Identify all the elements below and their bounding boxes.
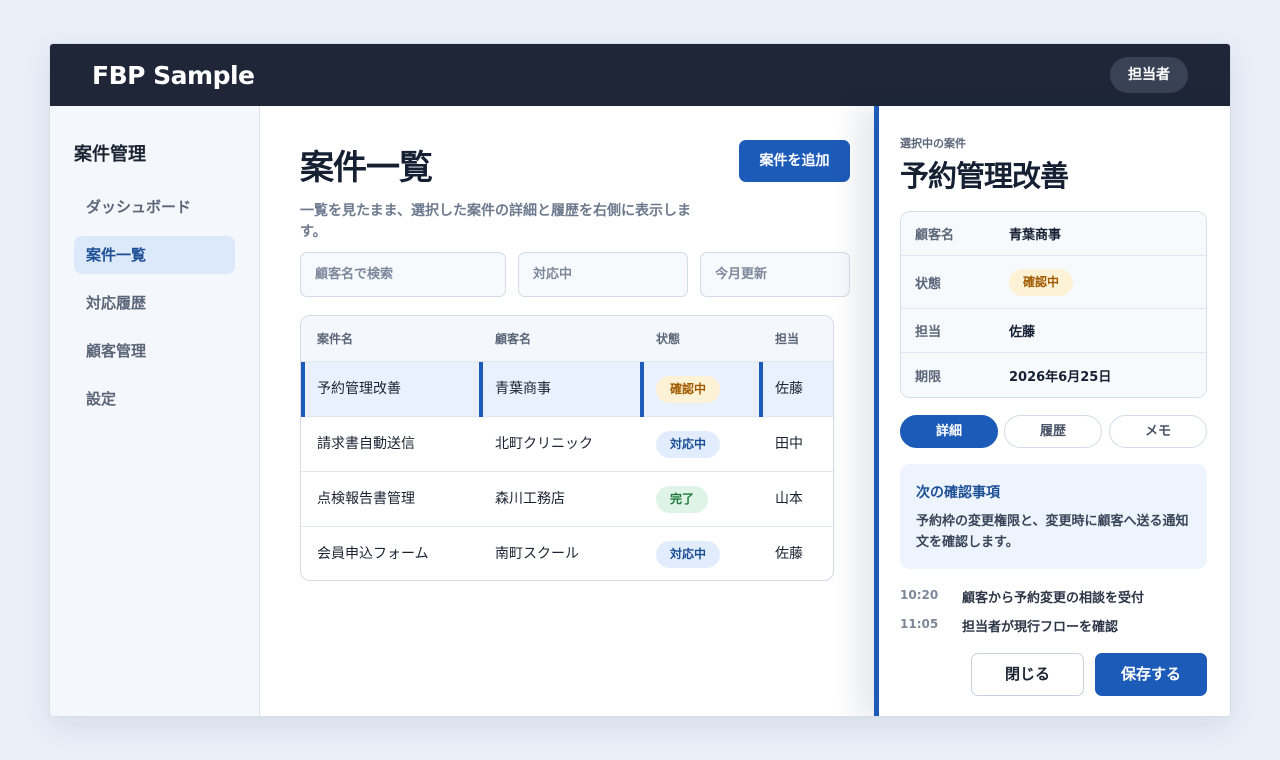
customer-cell: 森川工務店 — [495, 491, 565, 507]
info-label: 期限 — [915, 369, 942, 385]
sidebar-item-customers[interactable]: 顧客管理 — [74, 332, 235, 370]
history-time: 10:20 — [900, 588, 939, 602]
customer-cell: 青葉商事 — [479, 362, 640, 417]
status-cell: 対応中 — [656, 417, 721, 472]
page-description: 一覧を見たまま、選択した案件の詳細と履歴を右側に表示します。 — [300, 203, 692, 240]
sidebar-item-case-list[interactable]: 案件一覧 — [74, 236, 235, 274]
status-cell: 対応中 — [656, 527, 721, 580]
table-row[interactable]: 点検報告書管理 森川工務店 完了 山本 — [301, 472, 833, 527]
case-name-cell: 会員申込フォーム — [317, 546, 429, 562]
status-cell: 確認中 — [640, 362, 759, 417]
tab-history[interactable]: 履歴 — [1004, 415, 1102, 448]
sidebar: 案件管理 ダッシュボード 案件一覧 対応履歴 顧客管理 設定 — [50, 106, 260, 716]
status-filter-select[interactable]: 対応中 — [518, 252, 688, 297]
add-case-button[interactable]: 案件を追加 — [739, 140, 850, 182]
search-input[interactable]: 顧客名で検索 — [300, 252, 506, 297]
owner-cell: 佐藤 — [775, 546, 803, 562]
panel-kicker: 選択中の案件 — [900, 137, 966, 150]
table-row[interactable]: 会員申込フォーム 南町スクール 対応中 佐藤 — [301, 527, 833, 580]
table-header: 案件名 顧客名 状態 担当 — [301, 316, 833, 362]
status-badge: 対応中 — [656, 430, 721, 458]
status-badge: 対応中 — [656, 540, 721, 568]
history-time: 11:05 — [900, 617, 939, 631]
column-header-owner[interactable]: 担当 — [775, 316, 799, 362]
panel-tabs: 詳細 履歴 メモ — [900, 415, 1207, 448]
tab-details[interactable]: 詳細 — [900, 415, 998, 448]
info-value: 佐藤 — [1009, 325, 1036, 340]
history-item: 11:05 担当者が現行フローを確認 — [900, 613, 1207, 642]
case-table: 案件名 顧客名 状態 担当 予約管理改善 青葉商事 確認中 佐藤 請求書自動送信… — [300, 315, 834, 581]
customer-cell: 北町クリニック — [495, 436, 593, 452]
info-value: 青葉商事 — [1009, 228, 1062, 243]
owner-cell: 田中 — [775, 436, 803, 452]
info-row-customer: 顧客名 青葉商事 — [901, 212, 1206, 256]
case-info-card: 顧客名 青葉商事 状態 確認中 担当 佐藤 期限 2026年6月25日 — [900, 211, 1207, 398]
case-name-cell: 予約管理改善 — [301, 362, 479, 417]
main-content: 案件一覧 一覧を見たまま、選択した案件の詳細と履歴を右側に表示します。 案件を追… — [260, 106, 874, 716]
save-button[interactable]: 保存する — [1095, 653, 1207, 696]
history-item: 10:20 顧客から予約変更の相談を受付 — [900, 584, 1207, 613]
info-label: 状態 — [915, 276, 942, 292]
info-label: 顧客名 — [915, 228, 955, 243]
next-action-note: 次の確認事項 予約枠の変更権限と、変更時に顧客へ送る通知文を確認します。 — [900, 464, 1207, 569]
column-header-status[interactable]: 状態 — [656, 316, 680, 362]
customer-cell: 南町スクール — [495, 546, 579, 562]
info-value: 2026年6月25日 — [1009, 369, 1112, 385]
sidebar-title: 案件管理 — [74, 144, 146, 165]
info-row-owner: 担当 佐藤 — [901, 309, 1206, 353]
info-value: 確認中 — [1009, 256, 1074, 308]
table-row[interactable]: 予約管理改善 青葉商事 確認中 佐藤 — [301, 362, 833, 417]
case-name-cell: 点検報告書管理 — [317, 491, 415, 507]
app-window: FBP Sample 担当者 案件管理 ダッシュボード 案件一覧 対応履歴 顧客… — [49, 43, 1231, 717]
tab-memo[interactable]: メモ — [1109, 415, 1207, 448]
status-badge: 完了 — [656, 485, 709, 513]
note-body: 予約枠の変更権限と、変更時に顧客へ送る通知文を確認します。 — [916, 514, 1189, 550]
owner-cell: 山本 — [775, 491, 803, 507]
info-row-due: 期限 2026年6月25日 — [901, 353, 1206, 397]
detail-panel: 選択中の案件 予約管理改善 顧客名 青葉商事 状態 確認中 担当 佐藤 期限 2… — [874, 106, 1230, 716]
user-menu-button[interactable]: 担当者 — [1110, 57, 1188, 93]
column-header-name[interactable]: 案件名 — [317, 316, 353, 362]
status-badge: 確認中 — [1009, 268, 1074, 296]
sidebar-item-settings[interactable]: 設定 — [74, 380, 235, 418]
case-name-cell: 請求書自動送信 — [317, 436, 415, 452]
status-cell: 完了 — [656, 472, 709, 527]
history-log: 10:20 顧客から予約変更の相談を受付 11:05 担当者が現行フローを確認 — [900, 584, 1207, 642]
info-label: 担当 — [915, 325, 942, 340]
history-text: 顧客から予約変更の相談を受付 — [962, 591, 1145, 606]
table-row[interactable]: 請求書自動送信 北町クリニック 対応中 田中 — [301, 417, 833, 472]
note-title: 次の確認事項 — [916, 485, 1000, 501]
sidebar-item-history[interactable]: 対応履歴 — [74, 284, 235, 322]
info-row-status: 状態 確認中 — [901, 256, 1206, 309]
top-bar: FBP Sample 担当者 — [50, 44, 1230, 106]
owner-cell: 佐藤 — [759, 362, 833, 417]
status-badge: 確認中 — [656, 375, 721, 403]
sidebar-item-dashboard[interactable]: ダッシュボード — [74, 188, 235, 226]
period-filter-select[interactable]: 今月更新 — [700, 252, 850, 297]
column-header-customer[interactable]: 顧客名 — [495, 316, 531, 362]
history-text: 担当者が現行フローを確認 — [962, 620, 1119, 635]
close-button[interactable]: 閉じる — [971, 653, 1084, 696]
panel-title: 予約管理改善 — [900, 159, 1069, 193]
brand-logo: FBP Sample — [92, 60, 255, 90]
